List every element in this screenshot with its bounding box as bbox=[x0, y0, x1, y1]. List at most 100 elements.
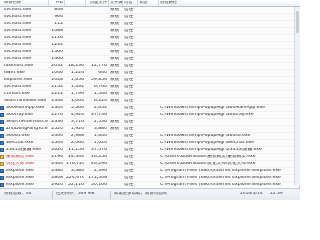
process-pid: 1116 bbox=[51, 36, 63, 40]
table-row[interactable]: ZhuDongFangYu.exe2520 1,924 3,880系统信任 bbox=[0, 126, 300, 133]
process-file-attr: 系统 bbox=[110, 29, 120, 33]
process-file-attr: 系统 bbox=[110, 64, 120, 68]
process-memory: 1,004 bbox=[70, 99, 84, 103]
table-row[interactable]: WeChat.exe 2564 2,060 1,020 信任 C:\Windows\Tem… bbox=[0, 140, 300, 147]
process-file-attr: 系统 bbox=[110, 99, 120, 103]
table-row[interactable]: iexplore.exe 2920 52,116 50,100 信任 C:\Program… bbox=[0, 182, 300, 187]
process-state bbox=[139, 127, 149, 132]
process-path bbox=[160, 57, 290, 62]
process-trust: 信任 bbox=[124, 141, 134, 145]
process-memory bbox=[66, 22, 84, 27]
table-row[interactable]: svchost.exe 2152 1,492 6,760 系统 信任 bbox=[0, 84, 300, 91]
process-name: 360sd.exe bbox=[6, 134, 30, 138]
process-trust: 信任 bbox=[124, 92, 134, 96]
col-state[interactable]: 状态 bbox=[139, 1, 149, 5]
process-manager-window: 映像名称 PID 页面文件 文件属 可信 状态 进程路径 svchost.exe… bbox=[0, 0, 300, 200]
status-hint[interactable]: 如需更多帮助，请访问官网 bbox=[114, 192, 234, 198]
table-row[interactable]: 360sd.exe 2440 2,988 1,640 信任 C:\Windows\Temp… bbox=[0, 133, 300, 140]
process-trust: 信任 bbox=[124, 36, 134, 40]
table-row[interactable]: 优化大师.exe 2464 176,724 40,296 信任 C:\Users\Down… bbox=[0, 161, 300, 168]
process-path bbox=[160, 22, 290, 27]
process-file-attr: 系统 bbox=[110, 15, 120, 19]
process-memory: 176,724 bbox=[66, 162, 84, 166]
process-name: 360MainApp.exe bbox=[6, 106, 45, 110]
process-name: dwm.exe bbox=[4, 71, 25, 75]
col-trust[interactable]: 可信 bbox=[124, 1, 136, 5]
process-path bbox=[160, 43, 290, 48]
col-path[interactable]: 进程路径 bbox=[160, 1, 290, 5]
process-pagefile: 2,536 bbox=[93, 120, 107, 124]
process-trust: 信任 bbox=[124, 85, 134, 89]
process-path bbox=[160, 78, 290, 83]
table-row[interactable]: svchost.exe 848 系统 信任 bbox=[0, 7, 300, 14]
process-name: 优化大师.exe bbox=[6, 162, 34, 166]
process-file-attr: 系统 bbox=[110, 85, 120, 89]
table-row[interactable]: svchost.exe 964 系统 信任 bbox=[0, 14, 300, 21]
table-row[interactable]: iexplore.exe 2480 3,484 2,396 信任 C:\Program F… bbox=[0, 168, 300, 175]
process-file-attr: 系统 bbox=[110, 22, 120, 26]
process-file-attr bbox=[110, 169, 122, 174]
process-pagefile: 3,880 bbox=[93, 127, 107, 131]
table-row[interactable]: iexplore.exe 2808 224,676 171,508 信任 C:\Progr… bbox=[0, 175, 300, 182]
process-file-attr: 系统 bbox=[110, 120, 120, 124]
process-trust: 信任 bbox=[124, 148, 134, 152]
table-row[interactable]: svchost.exe 1460 系统 信任 bbox=[0, 56, 300, 63]
col-memory[interactable] bbox=[66, 1, 84, 5]
process-icon bbox=[0, 120, 4, 124]
process-trust: 信任 bbox=[124, 50, 134, 54]
process-memory: 1,492 bbox=[70, 85, 84, 89]
col-image-name[interactable]: 映像名称 bbox=[4, 1, 46, 5]
table-row[interactable]: explorer.exe 2028 1,656 59,856 系统 信任 bbox=[0, 77, 300, 84]
process-pid: 2808 bbox=[51, 176, 63, 180]
scrollbar-thumb[interactable] bbox=[296, 11, 299, 33]
table-row[interactable]: ctfmon.exe 2212 1,796 1,540 系统 信任 bbox=[0, 91, 300, 98]
process-name: SearchIndexer.exe bbox=[4, 99, 46, 103]
process-trust: 信任 bbox=[124, 71, 134, 75]
table-row[interactable]: svchost.exe 1360 系统 信任 bbox=[0, 49, 300, 56]
process-memory bbox=[66, 15, 84, 20]
process-trust: 信任 bbox=[124, 57, 134, 61]
process-path: C:\Users\Downloads\优化大师\优化大师.exe bbox=[160, 162, 256, 166]
table-row[interactable]: taskhost.exe 2032 18,236 12,776 系统 信任 bbox=[0, 63, 300, 70]
process-state bbox=[139, 92, 149, 97]
table-row[interactable]: svchost.exe 112 系统 信任 bbox=[0, 21, 300, 28]
process-memory: 1,796 bbox=[70, 92, 84, 96]
process-state bbox=[139, 85, 149, 90]
process-file-attr bbox=[110, 113, 122, 118]
status-date: 2016/3/14 bbox=[240, 192, 263, 196]
col-pagefile[interactable]: 页面文件 bbox=[87, 1, 107, 5]
process-state bbox=[139, 36, 149, 41]
process-state bbox=[139, 64, 149, 69]
process-trust: 信任 bbox=[124, 8, 134, 12]
table-row[interactable]: 2345浏览器.exe 2620 11,156 37,576 信任 C:\Windows\… bbox=[0, 147, 300, 154]
process-pid: 2212 bbox=[51, 92, 63, 96]
table-row[interactable]: svchost.exe 1088 系统 信任 bbox=[0, 28, 300, 35]
process-state bbox=[139, 113, 149, 118]
process-pagefile: 6,224 bbox=[93, 99, 107, 103]
table-row[interactable]: 360MainApp.exe 2304 5,360 2,652 信任 C:\Windows… bbox=[0, 105, 300, 112]
table-row[interactable]: svchost.exe 1116 系统 信任 bbox=[0, 35, 300, 42]
col-file-attr[interactable]: 文件属 bbox=[110, 1, 122, 5]
process-file-attr: 系统 bbox=[110, 50, 120, 54]
process-name: svchost.exe bbox=[4, 36, 32, 40]
process-trust: 信任 bbox=[124, 64, 134, 68]
process-icon bbox=[0, 141, 4, 145]
process-pid: 2346 bbox=[51, 99, 63, 103]
table-row[interactable]: SearchFilterHost.exe2336 3,716 2,536系统信任 bbox=[0, 119, 300, 126]
process-pid: 2304 bbox=[51, 106, 63, 110]
status-bar: 进程总数：44 已用内存：349 MB 如需更多帮助，请访问官网 2016/3/… bbox=[0, 188, 300, 200]
table-row[interactable]: dwm.exe 1040 1,224 640 系统 信任 bbox=[0, 70, 300, 77]
process-name: svchost.exe bbox=[4, 57, 32, 61]
col-pid[interactable]: PID bbox=[50, 1, 63, 5]
process-file-attr: 系统 bbox=[110, 43, 120, 47]
process-memory: 2,988 bbox=[70, 134, 84, 138]
process-pid: 1088 bbox=[51, 29, 63, 33]
process-file-attr bbox=[110, 162, 122, 167]
table-row[interactable]: 重装精灵.exe 2196 14,544 16,256 信任 C:\Users\Downl… bbox=[0, 154, 300, 161]
table-row[interactable]: 360tray.exe 2276 4,924 37,736 信任 C:\Windows\T… bbox=[0, 112, 300, 119]
process-pid: 2032 bbox=[51, 64, 63, 68]
process-name: taskhost.exe bbox=[4, 64, 34, 68]
table-row[interactable]: svchost.exe 1232 系统 信任 bbox=[0, 42, 300, 49]
table-row[interactable]: SearchIndexer.exe 2346 1,004 6,224 系统 信任 bbox=[0, 98, 300, 105]
vertical-scrollbar[interactable] bbox=[294, 7, 300, 185]
